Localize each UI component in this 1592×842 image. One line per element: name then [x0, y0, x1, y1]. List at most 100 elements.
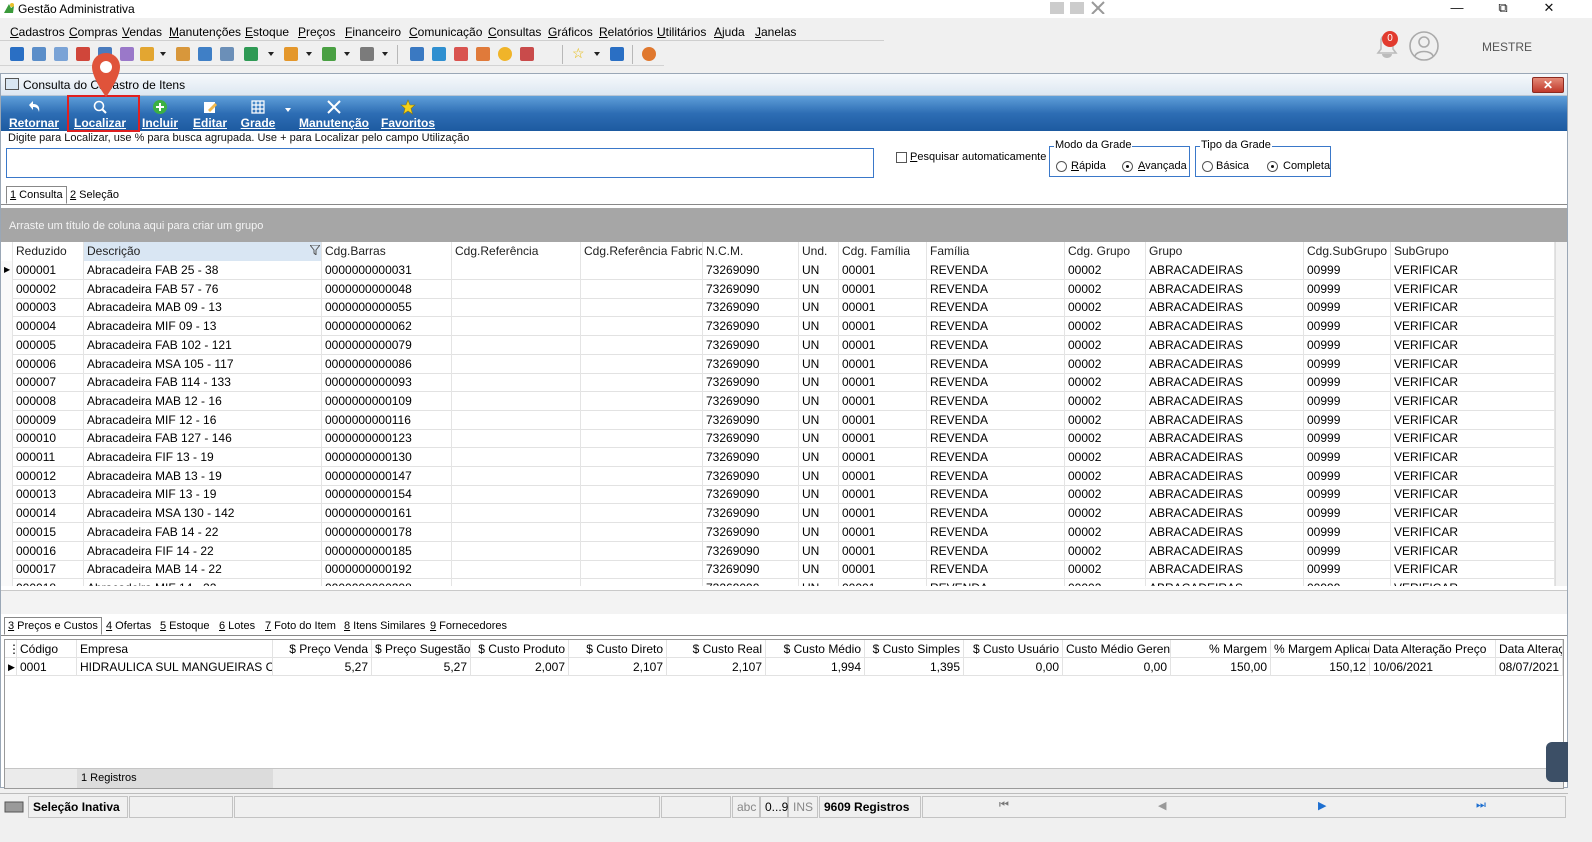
col-reduzido[interactable]: Reduzido [13, 242, 84, 261]
calendar-icon[interactable] [454, 47, 468, 61]
pcol-custo-direto[interactable]: $ Custo Direto [569, 640, 667, 658]
chevron-down-icon[interactable] [344, 52, 350, 56]
tab-precos-custos[interactable]: 3 Preços e Custos [4, 617, 102, 635]
table-row[interactable]: 000003 Abracadeira MAB 09 - 13 00000000000… [1, 298, 1567, 318]
col-familia[interactable]: Família [927, 242, 1065, 261]
pcol-custo-usuario[interactable]: $ Custo Usuário [964, 640, 1063, 658]
pcol-custo-simples[interactable]: $ Custo Simples [865, 640, 964, 658]
tab-fornecedores[interactable]: 9 Fornecedores [426, 617, 511, 635]
col-descricao[interactable]: Descrição [84, 242, 322, 261]
person-icon[interactable] [176, 47, 190, 61]
table-row[interactable]: 000012 Abracadeira MAB 13 - 19 00000000001… [1, 466, 1567, 486]
row-selector[interactable] [1, 485, 13, 505]
table-row[interactable]: 000005 Abracadeira FAB 102 - 121 000000000… [1, 335, 1567, 355]
col-cdg-referencia[interactable]: Cdg.Referência [452, 242, 581, 261]
grade-button[interactable]: Grade [237, 96, 279, 131]
row-indicator-icon[interactable]: ▶ [1, 261, 13, 280]
chevron-down-icon[interactable] [306, 52, 312, 56]
menu-relatorios[interactable]: Relatórios [599, 25, 653, 39]
grid-scrollbar[interactable] [1555, 242, 1567, 586]
menu-cadastros[interactable]: Cadastros [10, 25, 65, 39]
radio-avancada[interactable] [1122, 161, 1133, 172]
minimize-button[interactable]: — [1434, 0, 1480, 18]
last-record-icon[interactable]: ⏭ [1476, 799, 1486, 812]
row-selector[interactable] [1, 522, 13, 542]
row-selector[interactable] [1, 354, 13, 374]
cart-icon[interactable] [244, 47, 258, 61]
tab-foto-item[interactable]: 7 Foto do Item [261, 617, 340, 635]
avatar-icon[interactable] [1408, 30, 1440, 62]
pcol-data-alt-preco[interactable]: Data Alteração Preço [1370, 640, 1496, 658]
tab-itens-similares[interactable]: 8 Itens Similares [340, 617, 429, 635]
menu-vendas[interactable]: Vendas [122, 25, 162, 39]
table-row[interactable]: 000006 Abracadeira MSA 105 - 117 000000000… [1, 354, 1567, 374]
menu-consultas[interactable]: Consultas [488, 25, 541, 39]
close-button[interactable]: ✕ [1526, 0, 1572, 18]
child-close-button[interactable]: ✕ [1532, 77, 1564, 93]
table-row[interactable]: 000010 Abracadeira FAB 127 - 146 000000000… [1, 429, 1567, 449]
row-selector[interactable] [1, 298, 13, 318]
filter-icon[interactable] [310, 245, 320, 255]
col-cdg-familia[interactable]: Cdg. Família [839, 242, 927, 261]
radio-basica[interactable] [1202, 161, 1213, 172]
retornar-button[interactable]: Retornar [5, 96, 63, 131]
col-und[interactable]: Und. [799, 242, 839, 261]
pcol-empresa[interactable]: Empresa [77, 640, 273, 658]
users-icon[interactable] [32, 47, 46, 61]
table-row[interactable]: 000009 Abracadeira MIF 12 - 16 00000000001… [1, 410, 1567, 430]
table-row[interactable]: 000004 Abracadeira MIF 09 - 13 00000000000… [1, 317, 1567, 337]
row-selector[interactable] [1, 373, 13, 393]
group-by-bar[interactable]: Arraste um título de coluna aqui para cr… [1, 208, 1567, 242]
calculator-icon[interactable] [432, 47, 446, 61]
menu-ajuda[interactable]: Ajuda [714, 25, 745, 39]
radio-rapida[interactable] [1056, 161, 1067, 172]
pcol-codigo[interactable]: Código [17, 640, 77, 658]
chevron-down-icon[interactable] [382, 52, 388, 56]
building-icon[interactable] [198, 47, 212, 61]
table-row[interactable]: 000015 Abracadeira FAB 14 - 22 00000000001… [1, 522, 1567, 542]
col-grupo[interactable]: Grupo [1146, 242, 1304, 261]
incluir-button[interactable]: Incluir [137, 96, 183, 131]
pcol-preco-sugestao[interactable]: $ Preço Sugestão [372, 640, 471, 658]
id-card-icon[interactable] [220, 47, 234, 61]
power-icon[interactable] [642, 47, 656, 61]
pcol-margem-aplicada[interactable]: % Margem Aplicada [1271, 640, 1370, 658]
row-selector[interactable] [1, 578, 13, 586]
pcol-data-alteracao[interactable]: Data Alteração [1496, 640, 1563, 658]
menu-financeiro[interactable]: Financeiro [345, 25, 401, 39]
chevron-down-icon[interactable] [594, 52, 600, 56]
favoritos-button[interactable]: Favoritos [379, 96, 437, 131]
menu-precos[interactable]: Preços [298, 25, 335, 39]
table-row[interactable]: 000018Abracadeira MIF 14 - 2200000000002… [1, 578, 1567, 586]
table-row[interactable]: ▶ 000001 Abracadeira FAB 25 - 38 0000000000… [1, 261, 1567, 280]
col-subgrupo[interactable]: SubGrupo [1391, 242, 1555, 261]
grade-dropdown-icon[interactable] [285, 108, 291, 112]
pcol-custo-real[interactable]: $ Custo Real [667, 640, 766, 658]
printer-icon[interactable] [360, 47, 374, 61]
table-row[interactable]: 000016 Abracadeira FIF 14 - 22 00000000001… [1, 541, 1567, 561]
table-row[interactable]: 000008 Abracadeira MAB 12 - 16 00000000001… [1, 391, 1567, 411]
chart-icon[interactable] [476, 47, 490, 61]
folder-icon[interactable] [140, 47, 154, 61]
cadastro-icon[interactable] [10, 47, 24, 61]
editar-button[interactable]: Editar [189, 96, 231, 131]
menu-manutencoes[interactable]: Manutenções [169, 25, 241, 39]
pcol-margem[interactable]: % Margem [1171, 640, 1271, 658]
menu-graficos[interactable]: Gráficos [548, 25, 593, 39]
pcol-custo-produto[interactable]: $ Custo Produto [471, 640, 569, 658]
pcol-custo-medio-gerencia[interactable]: Custo Médio Gerencia [1063, 640, 1171, 658]
table-row[interactable]: 000013 Abracadeira MIF 13 - 19 00000000001… [1, 485, 1567, 505]
manutencao-button[interactable]: Manutenção [297, 96, 371, 131]
report-icon[interactable] [76, 47, 90, 61]
pcol-preco-venda[interactable]: $ Preço Venda [273, 640, 372, 658]
search-input[interactable] [6, 148, 874, 178]
prev-record-icon[interactable]: ◀ [1158, 799, 1166, 812]
box-icon[interactable] [284, 47, 298, 61]
row-selector[interactable] [1, 504, 13, 524]
table-row[interactable]: 000007 Abracadeira FAB 114 - 133 000000000… [1, 373, 1567, 393]
col-cdg-grupo[interactable]: Cdg. Grupo [1065, 242, 1146, 261]
chevron-down-icon[interactable] [268, 52, 274, 56]
row-selector[interactable] [1, 560, 13, 580]
table-row[interactable]: 000002 Abracadeira FAB 57 - 76 00000000000… [1, 279, 1567, 299]
col-cdg-ref-fabricante[interactable]: Cdg.Referência Fabricante [581, 242, 703, 261]
